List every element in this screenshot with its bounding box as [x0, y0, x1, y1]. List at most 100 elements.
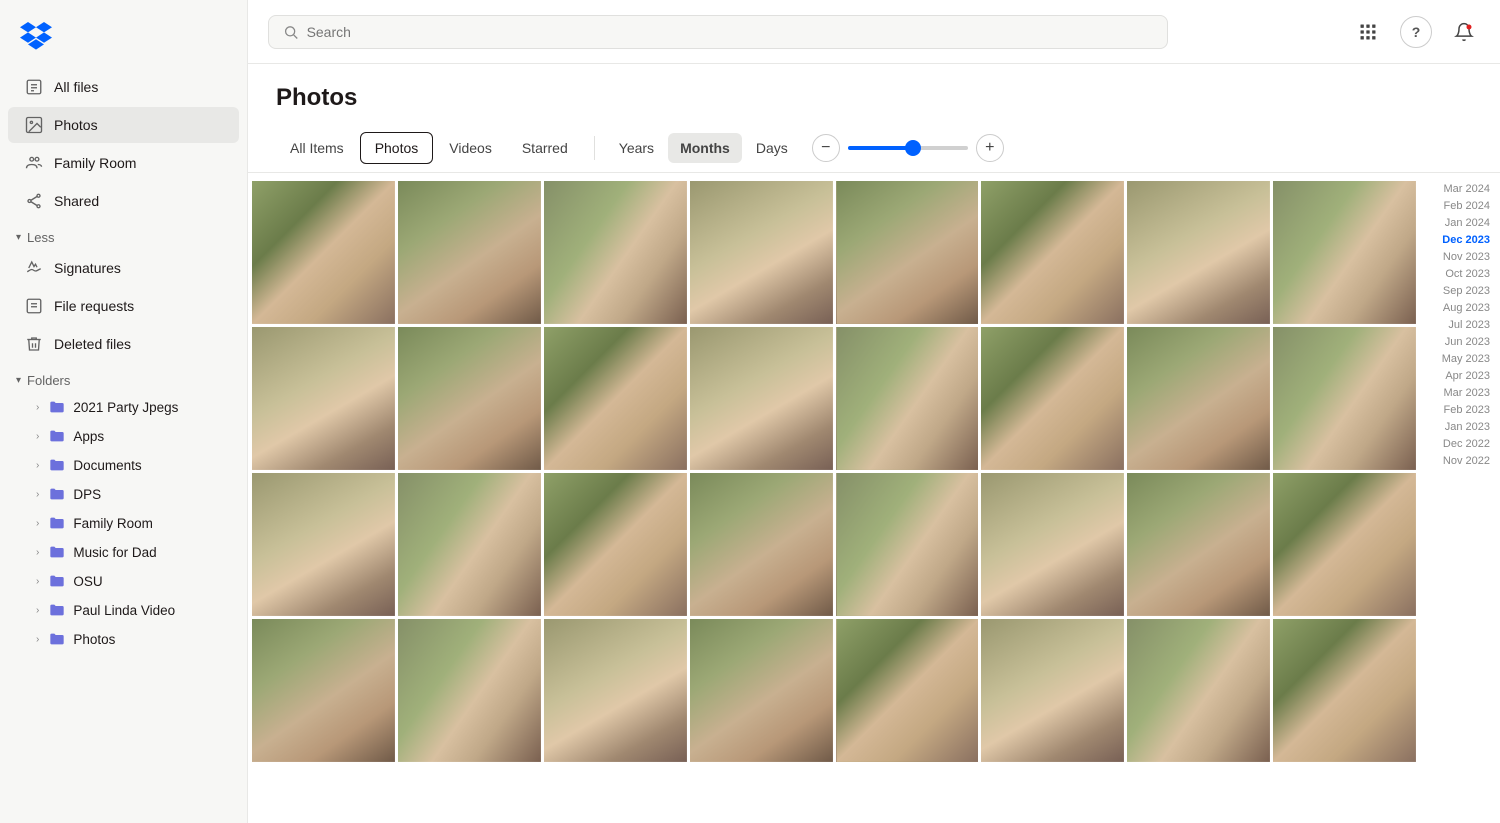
photo-cell[interactable] — [836, 473, 979, 616]
photo-cell[interactable] — [981, 327, 1124, 470]
photo-row — [248, 327, 1420, 470]
timeline-item-mar-2024[interactable]: Mar 2024 — [1424, 181, 1496, 197]
sidebar-folder-documents[interactable]: › Documents — [8, 451, 239, 479]
zoom-in-button[interactable]: + — [976, 134, 1004, 162]
photo-cell[interactable] — [1127, 181, 1270, 324]
photo-cell[interactable] — [252, 619, 395, 762]
folders-section-header[interactable]: ▾ Folders — [0, 363, 247, 392]
folder-icon — [49, 602, 65, 618]
search-input[interactable] — [307, 24, 1153, 40]
tab-months[interactable]: Months — [668, 133, 742, 163]
timeline-item-feb-2023[interactable]: Feb 2023 — [1424, 402, 1496, 418]
photo-cell[interactable] — [981, 473, 1124, 616]
zoom-slider[interactable] — [848, 146, 968, 150]
tab-years[interactable]: Years — [607, 133, 666, 163]
tab-starred[interactable]: Starred — [508, 133, 582, 163]
photo-cell[interactable] — [1127, 327, 1270, 470]
timeline-item-aug-2023[interactable]: Aug 2023 — [1424, 300, 1496, 316]
apps-grid-button[interactable] — [1352, 16, 1384, 48]
zoom-out-button[interactable]: − — [812, 134, 840, 162]
timeline-item-nov-2022[interactable]: Nov 2022 — [1424, 453, 1496, 469]
trash-icon — [24, 334, 44, 354]
grid-icon — [1358, 22, 1378, 42]
photo-cell[interactable] — [252, 181, 395, 324]
photo-cell[interactable] — [1273, 181, 1416, 324]
sidebar-item-label: All files — [54, 79, 98, 95]
photo-cell[interactable] — [836, 327, 979, 470]
folder-label: Family Room — [73, 516, 153, 531]
photo-cell[interactable] — [836, 619, 979, 762]
sidebar-item-file-requests[interactable]: File requests — [8, 288, 239, 324]
photo-cell[interactable] — [544, 181, 687, 324]
sidebar-folder-paul-linda-video[interactable]: › Paul Linda Video — [8, 596, 239, 624]
sidebar-folder-music-for-dad[interactable]: › Music for Dad — [8, 538, 239, 566]
notifications-button[interactable] — [1448, 16, 1480, 48]
sidebar-folder-dps[interactable]: › DPS — [8, 480, 239, 508]
timeline-item-jan-2023[interactable]: Jan 2023 — [1424, 419, 1496, 435]
timeline-item-dec-2022[interactable]: Dec 2022 — [1424, 436, 1496, 452]
photo-cell[interactable] — [398, 619, 541, 762]
sidebar-folder-osu[interactable]: › OSU — [8, 567, 239, 595]
folder-label: OSU — [73, 574, 102, 589]
sidebar-folder-photos-folder[interactable]: › Photos — [8, 625, 239, 653]
timeline-item-feb-2024[interactable]: Feb 2024 — [1424, 198, 1496, 214]
timeline-item-jan-2024[interactable]: Jan 2024 — [1424, 215, 1496, 231]
timeline-item-mar-2023[interactable]: Mar 2023 — [1424, 385, 1496, 401]
sidebar-folder-2021-party-jpegs[interactable]: › 2021 Party Jpegs — [8, 393, 239, 421]
photo-cell[interactable] — [544, 473, 687, 616]
photo-cell[interactable] — [1127, 473, 1270, 616]
timeline-item-sep-2023[interactable]: Sep 2023 — [1424, 283, 1496, 299]
sidebar-item-family-room[interactable]: Family Room — [8, 145, 239, 181]
photo-cell[interactable] — [398, 473, 541, 616]
photo-cell[interactable] — [544, 327, 687, 470]
folder-list: › 2021 Party Jpegs › Apps › Documents › … — [0, 392, 247, 654]
folder-label: 2021 Party Jpegs — [73, 400, 178, 415]
photo-cell[interactable] — [690, 181, 833, 324]
sidebar-item-all-files[interactable]: All files — [8, 69, 239, 105]
help-button[interactable]: ? — [1400, 16, 1432, 48]
photo-cell[interactable] — [1273, 327, 1416, 470]
photo-cell[interactable] — [252, 473, 395, 616]
timeline-item-jun-2023[interactable]: Jun 2023 — [1424, 334, 1496, 350]
photo-cell[interactable] — [690, 619, 833, 762]
folder-label: Apps — [73, 429, 104, 444]
tab-photos[interactable]: Photos — [360, 132, 434, 164]
sidebar-folder-family-room-folder[interactable]: › Family Room — [8, 509, 239, 537]
photo-cell[interactable] — [1127, 619, 1270, 762]
sidebar-item-shared[interactable]: Shared — [8, 183, 239, 219]
timeline-item-dec-2023[interactable]: Dec 2023 — [1424, 232, 1496, 248]
timeline-item-may-2023[interactable]: May 2023 — [1424, 351, 1496, 367]
sidebar-item-label: Deleted files — [54, 336, 131, 352]
photo-cell[interactable] — [398, 181, 541, 324]
photo-cell[interactable] — [1273, 473, 1416, 616]
sidebar-folder-apps[interactable]: › Apps — [8, 422, 239, 450]
header: ? — [248, 0, 1500, 64]
photo-cell[interactable] — [544, 619, 687, 762]
sidebar-item-label: Shared — [54, 193, 99, 209]
timeline-item-oct-2023[interactable]: Oct 2023 — [1424, 266, 1496, 282]
photo-cell[interactable] — [398, 327, 541, 470]
sidebar-item-signatures[interactable]: Signatures — [8, 250, 239, 286]
photo-cell[interactable] — [836, 181, 979, 324]
file-icon — [24, 77, 44, 97]
photo-cell[interactable] — [690, 327, 833, 470]
folder-label: Photos — [73, 632, 115, 647]
tab-days[interactable]: Days — [744, 133, 800, 163]
folder-label: Music for Dad — [73, 545, 156, 560]
sidebar-item-photos[interactable]: Photos — [8, 107, 239, 143]
tab-all-items[interactable]: All Items — [276, 133, 358, 163]
photo-cell[interactable] — [981, 181, 1124, 324]
timeline-item-nov-2023[interactable]: Nov 2023 — [1424, 249, 1496, 265]
timeline-item-jul-2023[interactable]: Jul 2023 — [1424, 317, 1496, 333]
photo-cell[interactable] — [981, 619, 1124, 762]
timeline-item-apr-2023[interactable]: Apr 2023 — [1424, 368, 1496, 384]
photo-cell[interactable] — [690, 473, 833, 616]
sidebar-item-deleted-files[interactable]: Deleted files — [8, 326, 239, 362]
folder-chevron-icon: › — [36, 431, 39, 442]
less-section-header[interactable]: ▾ Less — [0, 220, 247, 249]
folder-chevron-icon: › — [36, 605, 39, 616]
search-bar[interactable] — [268, 15, 1168, 49]
photo-cell[interactable] — [252, 327, 395, 470]
tab-videos[interactable]: Videos — [435, 133, 506, 163]
photo-cell[interactable] — [1273, 619, 1416, 762]
